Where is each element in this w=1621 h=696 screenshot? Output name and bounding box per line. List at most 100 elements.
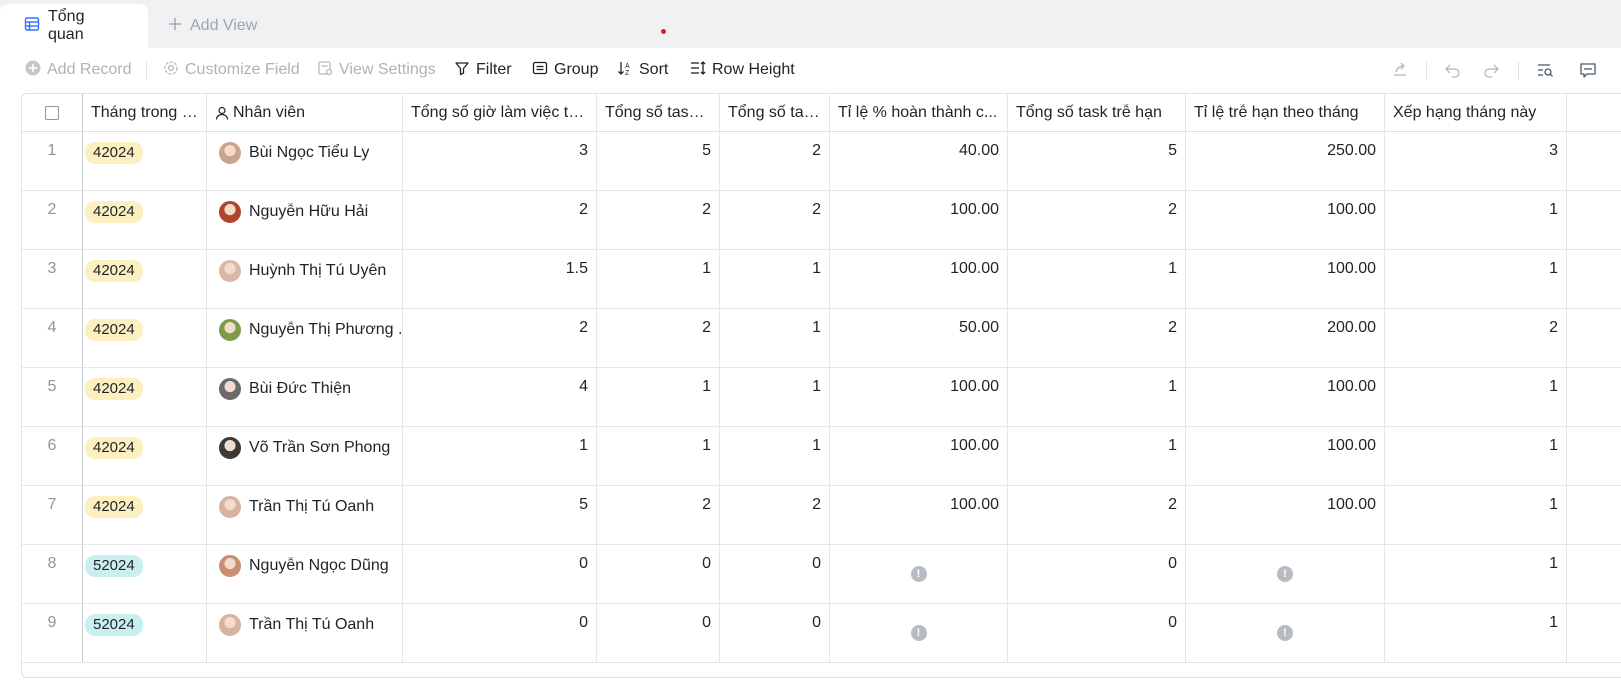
row-number-cell[interactable]: 8 (22, 545, 82, 603)
hours-cell[interactable]: 2 (403, 309, 597, 367)
row-number-cell[interactable]: 3 (22, 250, 82, 308)
column-header-tasks-total[interactable]: Tổng số task ... (597, 94, 720, 131)
filter-button[interactable]: Filter (454, 58, 512, 82)
table-row[interactable]: 5 42024 Bùi Đức Thiện 4 1 1 100.00 1 100.00 1 (22, 368, 1621, 427)
share-icon[interactable] (1390, 60, 1410, 80)
select-all-cell[interactable] (22, 94, 82, 131)
tasks-done-cell[interactable]: 1 (720, 427, 830, 485)
select-all-checkbox[interactable] (45, 105, 59, 120)
hours-cell[interactable]: 1.5 (403, 250, 597, 308)
rank-cell[interactable]: 3 (1385, 132, 1567, 190)
month-cell[interactable]: 42024 (82, 191, 207, 249)
completion-rate-cell[interactable]: ! (830, 604, 1008, 662)
tasks-total-cell[interactable]: 2 (597, 309, 720, 367)
tasks-total-cell[interactable]: 2 (597, 191, 720, 249)
completion-rate-cell[interactable]: ! (830, 545, 1008, 603)
row-height-button[interactable]: Row Height (690, 58, 795, 82)
tasks-done-cell[interactable]: 1 (720, 309, 830, 367)
table-row[interactable]: 9 52024 Trần Thị Tú Oanh 0 0 0! 0! 1 (22, 604, 1621, 663)
completion-rate-cell[interactable]: 50.00 (830, 309, 1008, 367)
late-tasks-cell[interactable]: 0 (1008, 604, 1186, 662)
late-rate-cell[interactable]: 100.00 (1186, 191, 1385, 249)
table-row[interactable]: 6 42024 Võ Trần Sơn Phong 1 1 1 100.00 1 100.00 1 (22, 427, 1621, 486)
late-tasks-cell[interactable]: 1 (1008, 250, 1186, 308)
rank-cell[interactable]: 1 (1385, 604, 1567, 662)
hours-cell[interactable]: 5 (403, 486, 597, 544)
late-rate-cell[interactable]: 100.00 (1186, 250, 1385, 308)
employee-cell[interactable]: Bùi Đức Thiện (207, 368, 403, 426)
late-tasks-cell[interactable]: 0 (1008, 545, 1186, 603)
late-rate-cell[interactable]: 250.00 (1186, 132, 1385, 190)
hours-cell[interactable]: 0 (403, 545, 597, 603)
add-record-button[interactable]: Add Record (25, 58, 132, 82)
hours-cell[interactable]: 3 (403, 132, 597, 190)
late-rate-cell[interactable]: ! (1186, 604, 1385, 662)
rank-cell[interactable]: 1 (1385, 250, 1567, 308)
hours-cell[interactable]: 1 (403, 427, 597, 485)
month-cell[interactable]: 42024 (82, 427, 207, 485)
late-rate-cell[interactable]: 100.00 (1186, 368, 1385, 426)
column-header-rank[interactable]: Xếp hạng tháng này (1385, 94, 1567, 131)
employee-cell[interactable]: Võ Trần Sơn Phong (207, 427, 403, 485)
tasks-total-cell[interactable]: 1 (597, 368, 720, 426)
column-header-late-tasks[interactable]: Tổng số task trễ hạn (1008, 94, 1186, 131)
comment-icon[interactable] (1578, 60, 1598, 80)
month-cell[interactable]: 42024 (82, 250, 207, 308)
month-cell[interactable]: 42024 (82, 309, 207, 367)
rank-cell[interactable]: 1 (1385, 486, 1567, 544)
undo-icon[interactable] (1443, 60, 1463, 80)
rank-cell[interactable]: 2 (1385, 309, 1567, 367)
month-cell[interactable]: 42024 (82, 132, 207, 190)
tab-tong-quan[interactable]: Tổng quan (0, 4, 148, 48)
column-header-tasks-done[interactable]: Tổng số tas... (720, 94, 830, 131)
row-number-cell[interactable]: 2 (22, 191, 82, 249)
column-header-late-rate[interactable]: Tỉ lệ trễ hạn theo tháng (1186, 94, 1385, 131)
late-rate-cell[interactable]: 200.00 (1186, 309, 1385, 367)
month-cell[interactable]: 42024 (82, 368, 207, 426)
table-row[interactable]: 7 42024 Trần Thị Tú Oanh 5 2 2 100.00 2 100.00 1 (22, 486, 1621, 545)
table-row[interactable]: 4 42024 Nguyễn Thị Phương ... 2 2 1 50.00 2 200.… (22, 309, 1621, 368)
tasks-total-cell[interactable]: 1 (597, 250, 720, 308)
table-row[interactable]: 1 42024 Bùi Ngọc Tiểu Ly 3 5 2 40.00 5 250.00 3 (22, 132, 1621, 191)
hours-cell[interactable]: 2 (403, 191, 597, 249)
column-header-hours[interactable]: Tổng số giờ làm việc tro... (403, 94, 597, 131)
table-row[interactable]: 3 42024 Huỳnh Thị Tú Uyên 1.5 1 1 100.00 1 100.0… (22, 250, 1621, 309)
table-row[interactable]: 8 52024 Nguyễn Ngọc Dũng 0 0 0! 0! 1 (22, 545, 1621, 604)
completion-rate-cell[interactable]: 100.00 (830, 427, 1008, 485)
completion-rate-cell[interactable]: 100.00 (830, 368, 1008, 426)
tasks-done-cell[interactable]: 0 (720, 604, 830, 662)
late-tasks-cell[interactable]: 1 (1008, 427, 1186, 485)
rank-cell[interactable]: 1 (1385, 427, 1567, 485)
tasks-total-cell[interactable]: 5 (597, 132, 720, 190)
employee-cell[interactable]: Huỳnh Thị Tú Uyên (207, 250, 403, 308)
hours-cell[interactable]: 0 (403, 604, 597, 662)
view-settings-button[interactable]: View Settings (317, 58, 436, 82)
tasks-total-cell[interactable]: 2 (597, 486, 720, 544)
search-records-icon[interactable] (1535, 60, 1555, 80)
row-number-cell[interactable]: 9 (22, 604, 82, 662)
add-view-button[interactable]: Add View (168, 4, 257, 48)
month-cell[interactable]: 52024 (82, 604, 207, 662)
row-number-cell[interactable]: 6 (22, 427, 82, 485)
tasks-total-cell[interactable]: 1 (597, 427, 720, 485)
completion-rate-cell[interactable]: 100.00 (830, 486, 1008, 544)
employee-cell[interactable]: Nguyễn Ngọc Dũng (207, 545, 403, 603)
sort-button[interactable]: AZ Sort (617, 58, 668, 82)
tasks-total-cell[interactable]: 0 (597, 604, 720, 662)
late-rate-cell[interactable]: ! (1186, 545, 1385, 603)
employee-cell[interactable]: Bùi Ngọc Tiểu Ly (207, 132, 403, 190)
tasks-done-cell[interactable]: 2 (720, 132, 830, 190)
late-tasks-cell[interactable]: 5 (1008, 132, 1186, 190)
tasks-done-cell[interactable]: 1 (720, 368, 830, 426)
group-button[interactable]: Group (532, 58, 598, 82)
late-rate-cell[interactable]: 100.00 (1186, 427, 1385, 485)
row-number-cell[interactable]: 7 (22, 486, 82, 544)
late-rate-cell[interactable]: 100.00 (1186, 486, 1385, 544)
completion-rate-cell[interactable]: 40.00 (830, 132, 1008, 190)
row-number-cell[interactable]: 4 (22, 309, 82, 367)
late-tasks-cell[interactable]: 2 (1008, 191, 1186, 249)
completion-rate-cell[interactable]: 100.00 (830, 191, 1008, 249)
late-tasks-cell[interactable]: 1 (1008, 368, 1186, 426)
redo-icon[interactable] (1481, 60, 1501, 80)
tasks-done-cell[interactable]: 2 (720, 191, 830, 249)
